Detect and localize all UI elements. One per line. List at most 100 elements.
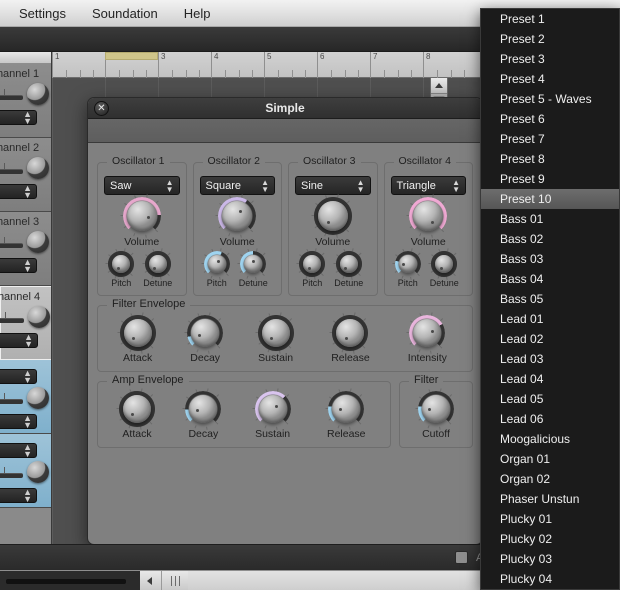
- channel-instrument-select[interactable]: ▲ ▼: [0, 413, 37, 429]
- channel-pan-knob[interactable]: [28, 306, 50, 328]
- preset-menu-item[interactable]: Preset 2: [481, 29, 619, 49]
- channel-instrument-select[interactable]: ▲ ▼: [0, 332, 38, 348]
- channel-pan-knob[interactable]: [27, 83, 49, 105]
- preset-menu-item[interactable]: Moogalicious: [481, 429, 619, 449]
- ruler-bar-marker[interactable]: 1: [52, 52, 105, 78]
- loop-region[interactable]: [105, 52, 158, 60]
- channel-fader[interactable]: [0, 466, 23, 478]
- channel-fader[interactable]: [0, 311, 24, 323]
- preset-menu-item[interactable]: Plucky 03: [481, 549, 619, 569]
- waveform-select[interactable]: Square ▲ ▼: [199, 176, 275, 195]
- preset-dropdown-menu[interactable]: Preset 1 Preset 2 Preset 3 Preset 4 Preset 5…: [480, 8, 620, 590]
- preset-menu-item[interactable]: Plucky 01: [481, 509, 619, 529]
- chevron-updown-icon: ▲ ▼: [23, 256, 32, 274]
- menu-item-settings[interactable]: Settings: [6, 4, 79, 23]
- channel-select[interactable]: ▲ ▼: [0, 442, 37, 458]
- preset-menu-item[interactable]: Lead 05: [481, 389, 619, 409]
- channel-strip[interactable]: Channel 3 ▲▼: [0, 212, 51, 286]
- channel-strip[interactable]: Channel 2 ▲▼: [0, 138, 51, 212]
- ruler-bar-marker[interactable]: 4: [211, 52, 264, 78]
- waveform-select[interactable]: Sine ▲ ▼: [295, 176, 371, 195]
- channel-instrument-select[interactable]: ▲ ▼: [0, 487, 37, 503]
- filter-envelope-group: Filter Envelope Attack Decay Sustain Releas…: [97, 298, 473, 372]
- menu-item-soundation[interactable]: Soundation: [79, 4, 171, 23]
- preset-menu-item[interactable]: Bass 02: [481, 229, 619, 249]
- preset-menu-item[interactable]: Preset 9: [481, 169, 619, 189]
- oscillator-pitch-knob[interactable]: [207, 255, 226, 273]
- channel-instrument-select[interactable]: ▲ ▼: [0, 109, 37, 125]
- plugin-toolbar[interactable]: [88, 119, 482, 143]
- preset-menu-item[interactable]: Preset 10: [481, 189, 619, 209]
- chevron-updown-icon: ▲ ▼: [356, 177, 365, 194]
- oscillator-volume-knob[interactable]: [126, 201, 157, 231]
- preset-menu-item[interactable]: Organ 01: [481, 449, 619, 469]
- ruler-bar-marker[interactable]: 5: [264, 52, 317, 78]
- amp-envelope-knob[interactable]: [123, 395, 152, 423]
- oscillator-pitch-knob[interactable]: [398, 255, 417, 273]
- waveform-select[interactable]: Triangle ▲ ▼: [390, 176, 466, 195]
- channel-fader[interactable]: [0, 162, 23, 174]
- ruler-bar-marker[interactable]: 7: [370, 52, 423, 78]
- channel-fader[interactable]: [0, 392, 23, 404]
- menu-item-help[interactable]: Help: [171, 4, 224, 23]
- oscillator-volume-knob[interactable]: [317, 201, 348, 231]
- channel-strip[interactable]: ▲ ▼ ▲ ▼: [0, 434, 51, 508]
- preset-menu-item[interactable]: Plucky 02: [481, 529, 619, 549]
- preset-menu-item[interactable]: Lead 06: [481, 409, 619, 429]
- channel-strip[interactable]: Channel 1 ▲▼: [0, 64, 51, 138]
- preset-menu-item[interactable]: Preset 7: [481, 129, 619, 149]
- close-icon[interactable]: ✕: [94, 101, 109, 116]
- oscillator-detune-knob-label: Detune: [429, 278, 459, 288]
- preset-menu-item[interactable]: Lead 02: [481, 329, 619, 349]
- horizontal-scroll-thumb[interactable]: [162, 570, 188, 590]
- channel-pan-knob[interactable]: [27, 157, 49, 179]
- preset-menu-item[interactable]: Preset 4: [481, 69, 619, 89]
- channel-select[interactable]: ▲ ▼: [0, 368, 37, 384]
- filter-envelope-knob-label: Release: [331, 352, 370, 364]
- preset-menu-item[interactable]: Lead 03: [481, 349, 619, 369]
- preset-menu-item[interactable]: Bass 05: [481, 289, 619, 309]
- ruler-bar-marker[interactable]: 8: [423, 52, 476, 78]
- amp-envelope-knob[interactable]: [258, 395, 287, 423]
- master-fader-area[interactable]: [0, 570, 140, 590]
- ruler-bar-marker[interactable]: 6: [317, 52, 370, 78]
- preset-menu-item[interactable]: Preset 5 - Waves: [481, 89, 619, 109]
- preset-menu-item[interactable]: Plucky 04: [481, 569, 619, 589]
- preset-menu-item[interactable]: Bass 01: [481, 209, 619, 229]
- oscillator-volume-row: Volume: [104, 194, 180, 248]
- preset-menu-item[interactable]: Organ 02: [481, 469, 619, 489]
- preset-menu-item[interactable]: Preset 8: [481, 149, 619, 169]
- waveform-value: Saw: [110, 179, 132, 192]
- preset-menu-item[interactable]: Bass 03: [481, 249, 619, 269]
- oscillator-detune-knob[interactable]: [339, 255, 358, 273]
- preset-menu-item[interactable]: Lead 01: [481, 309, 619, 329]
- scroll-left-button[interactable]: [140, 570, 162, 590]
- channel-pan-knob[interactable]: [27, 231, 49, 253]
- channel-strip[interactable]: Channel 4 ▲▼: [0, 286, 51, 360]
- filter-envelope-knob[interactable]: [123, 319, 152, 347]
- scroll-up-button[interactable]: [431, 78, 447, 94]
- preset-menu-item[interactable]: Bass 04: [481, 269, 619, 289]
- filter-envelope-knob[interactable]: [191, 319, 220, 347]
- oscillator-volume-row: Volume: [295, 194, 371, 248]
- ruler-bar-marker[interactable]: 3: [158, 52, 211, 78]
- preset-menu-item[interactable]: Lead 04: [481, 369, 619, 389]
- channel-pan-knob[interactable]: [27, 387, 49, 409]
- waveform-select[interactable]: Saw ▲ ▼: [104, 176, 180, 195]
- master-fader[interactable]: [6, 578, 126, 584]
- channel-instrument-select[interactable]: ▲ ▼: [0, 256, 37, 274]
- oscillator-detune-knob[interactable]: [148, 255, 167, 273]
- filter-cutoff-knob[interactable]: [422, 395, 450, 423]
- preset-menu-item[interactable]: Preset 1: [481, 9, 619, 29]
- channel-strip[interactable]: ▲ ▼ ▲ ▼: [0, 360, 51, 434]
- channel-pan-knob[interactable]: [27, 461, 49, 483]
- preset-menu-item[interactable]: Phaser Unstun: [481, 489, 619, 509]
- channel-fader[interactable]: [0, 88, 23, 100]
- channel-instrument-select[interactable]: ▲ ▼: [0, 183, 37, 199]
- preset-menu-item[interactable]: Preset 3: [481, 49, 619, 69]
- plugin-titlebar[interactable]: ✕ Simple: [88, 98, 482, 119]
- autoscroll-checkbox[interactable]: [455, 551, 468, 564]
- filter-envelope-knob[interactable]: [261, 319, 290, 347]
- preset-menu-item[interactable]: Preset 6: [481, 109, 619, 129]
- channel-fader[interactable]: [0, 236, 23, 248]
